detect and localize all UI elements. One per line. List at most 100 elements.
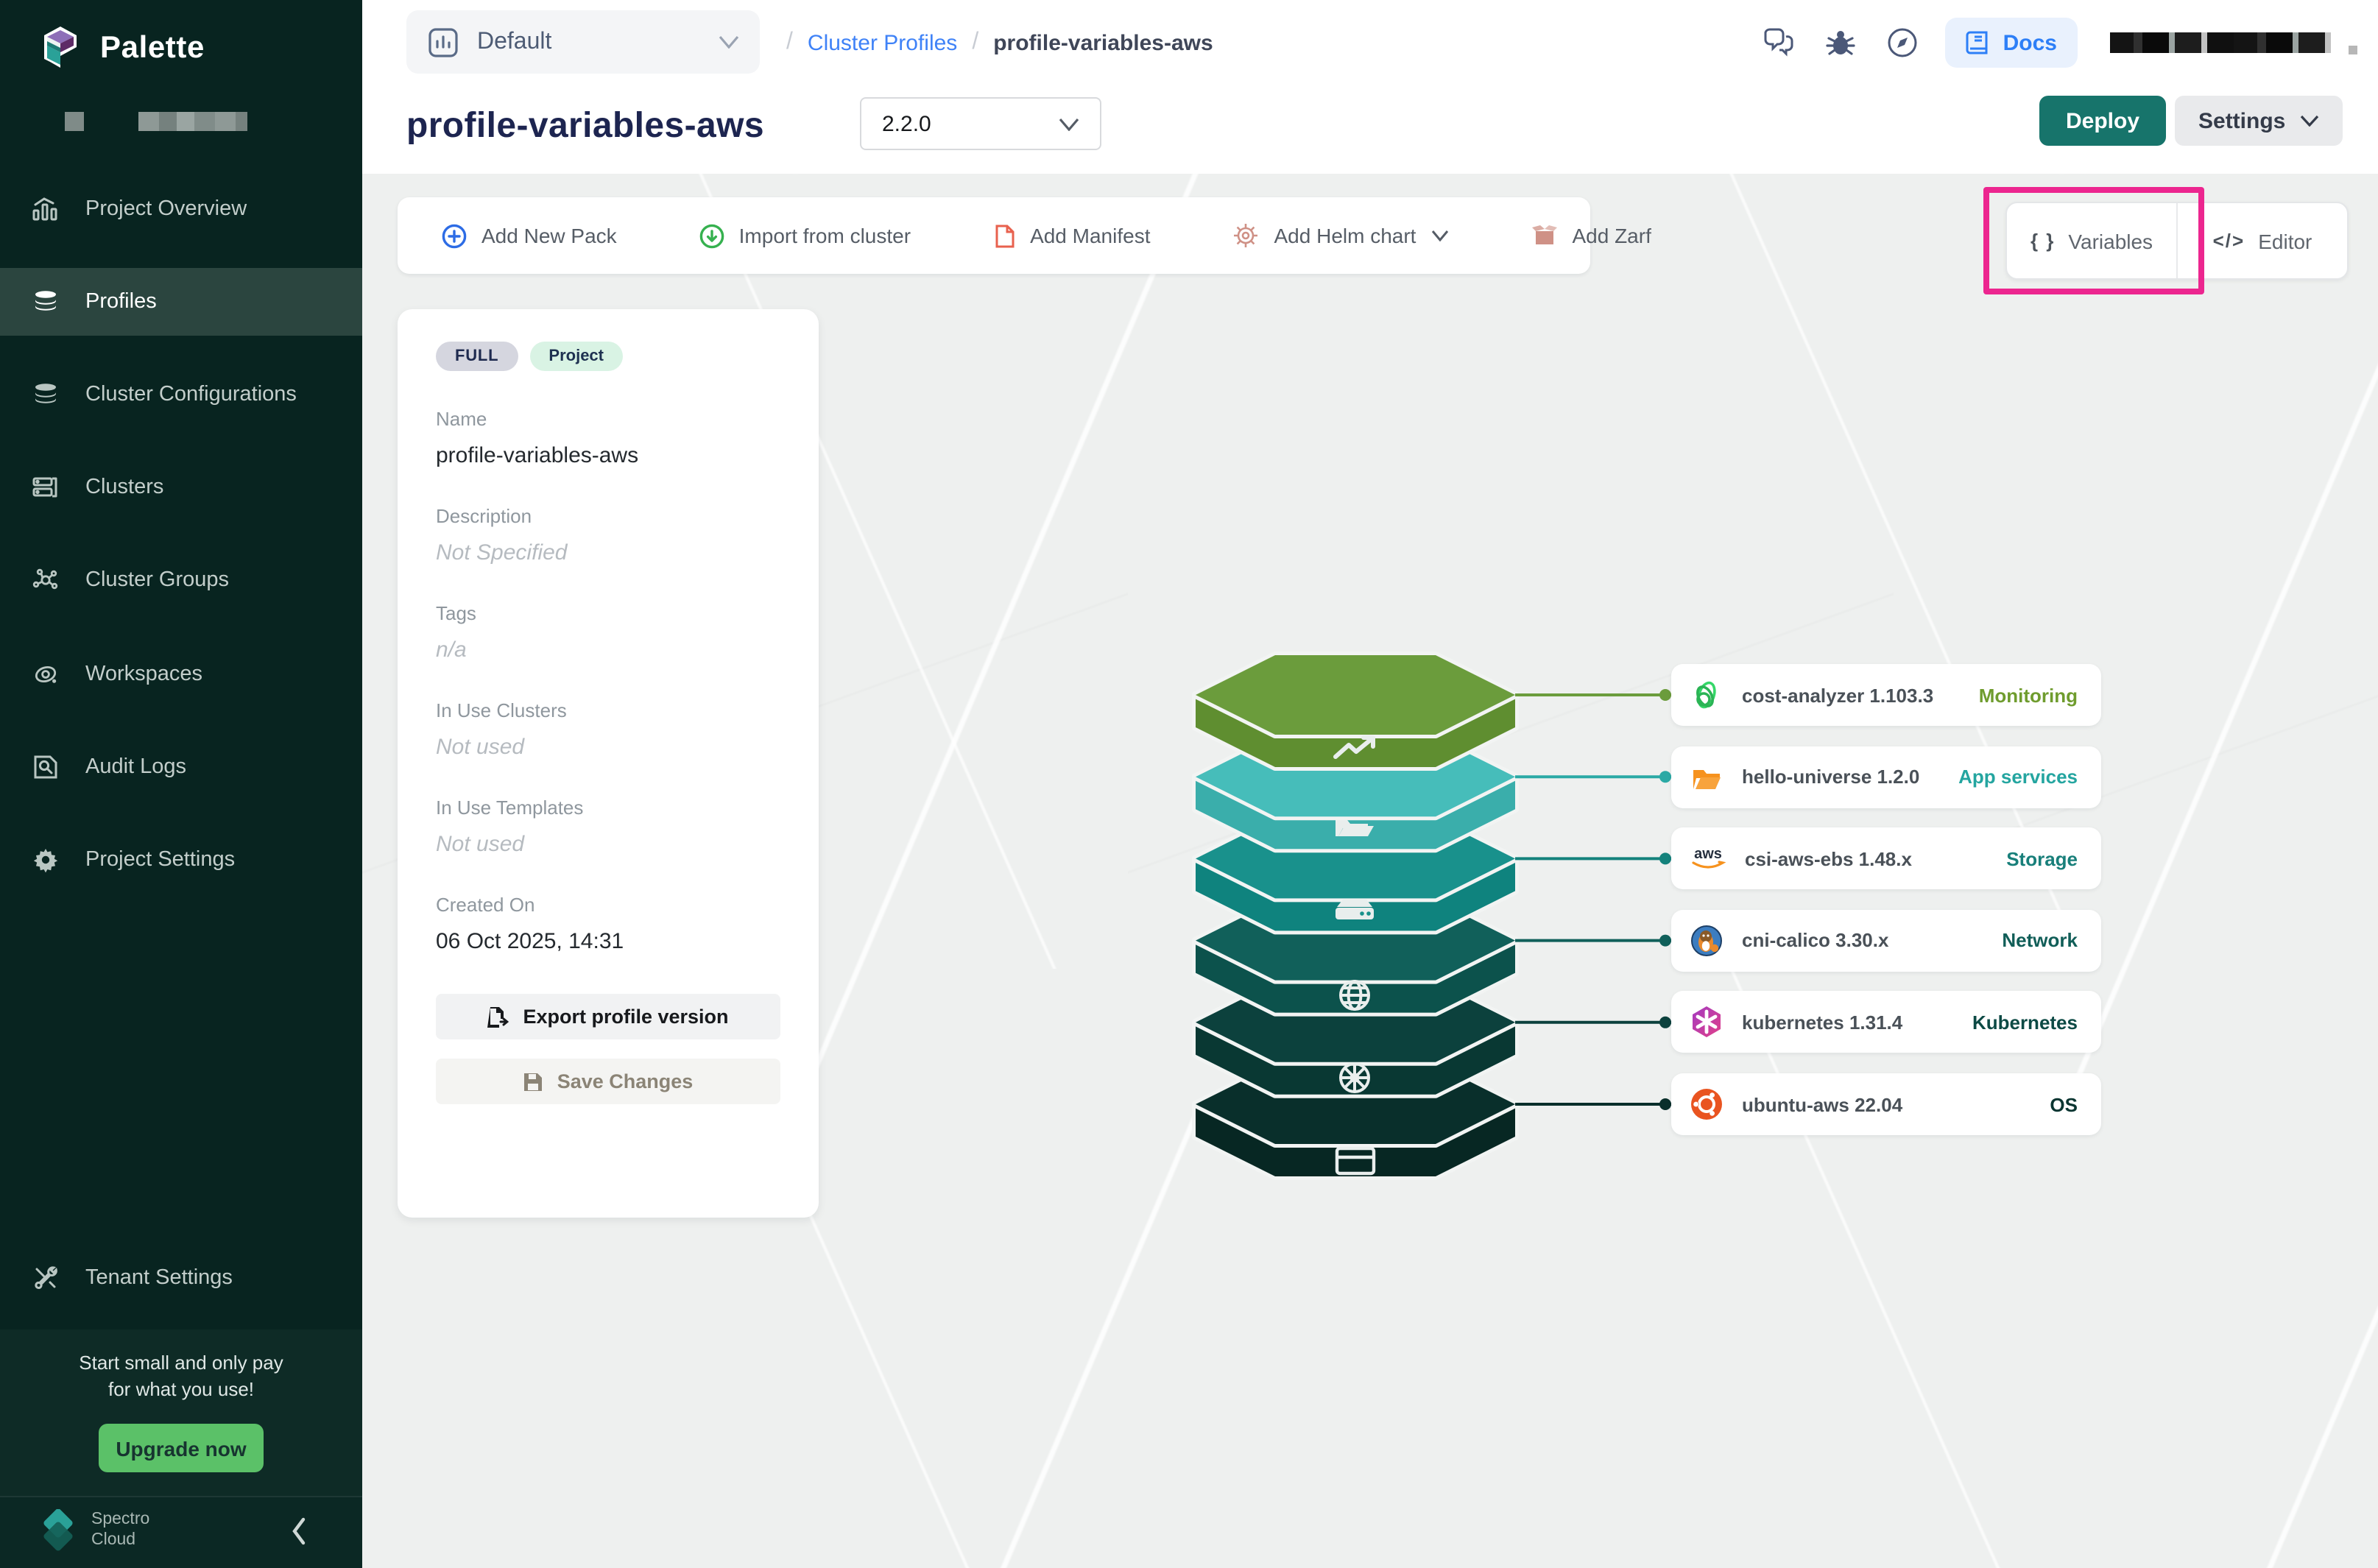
upgrade-now-button[interactable]: Upgrade now [99, 1424, 264, 1472]
feedback-chat-icon[interactable] [1749, 28, 1810, 57]
export-label: Export profile version [523, 1006, 728, 1028]
layers-icon [32, 381, 59, 408]
in-use-clusters-value: Not used [436, 735, 780, 760]
sidebar-item-label: Profiles [85, 290, 157, 314]
sidebar-item-project-settings[interactable]: Project Settings [0, 826, 362, 894]
docs-button[interactable]: Docs [1946, 18, 2078, 68]
collapse-sidebar-icon[interactable] [289, 1515, 309, 1547]
tools-icon [32, 1265, 59, 1291]
sidebar-item-profiles[interactable]: Profiles [0, 268, 362, 336]
pack-row-csi-aws-ebs[interactable]: aws csi-aws-ebs 1.48.x Storage [1671, 827, 2101, 889]
sidebar-item-tenant-settings[interactable]: Tenant Settings [0, 1244, 362, 1312]
chevron-down-icon [1430, 230, 1448, 241]
add-zarf-button[interactable]: Add Zarf [1531, 224, 1651, 247]
sidebar-item-label: Clusters [85, 476, 163, 499]
report-bug-icon[interactable] [1810, 28, 1872, 57]
explore-compass-icon[interactable] [1872, 27, 1934, 59]
brand-name: Palette [100, 31, 205, 66]
breadcrumb-current: profile-variables-aws [993, 30, 1213, 55]
kubecost-icon [1689, 677, 1724, 713]
deploy-button[interactable]: Deploy [2039, 96, 2166, 146]
title-bar: profile-variables-aws 2.2.0 Deploy Setti… [362, 85, 2378, 174]
redacted-fragment [2349, 46, 2357, 54]
sidebar-item-project-overview[interactable]: Project Overview [0, 175, 362, 243]
breadcrumb: / Cluster Profiles / profile-variables-a… [786, 0, 1213, 85]
pack-category: Monitoring [1979, 684, 2078, 706]
editor-tab[interactable]: </> Editor [2178, 203, 2347, 278]
sidebar: Palette Project Overview Profiles Cluste… [0, 0, 362, 1568]
project-scope-label: Default [477, 29, 701, 55]
calico-icon [1689, 923, 1724, 958]
variables-tab[interactable]: { } Variables [2007, 203, 2176, 278]
upgrade-text: Start small and only pay for what you us… [0, 1350, 362, 1403]
profile-type-badge: FULL [436, 342, 518, 371]
pack-row-cost-analyzer[interactable]: cost-analyzer 1.103.3 Monitoring [1671, 664, 2101, 726]
stack-connectors [1515, 689, 1671, 1110]
view-toggle: { } Variables </> Editor [2005, 202, 2349, 280]
add-new-pack-label: Add New Pack [481, 224, 617, 247]
chevron-down-icon [2300, 115, 2319, 127]
pack-category: OS [2050, 1093, 2078, 1115]
server-icon [32, 474, 59, 501]
spectro-cloud-logo-icon [35, 1509, 82, 1556]
sidebar-item-clusters[interactable]: Clusters [0, 453, 362, 521]
zarf-box-icon [1531, 224, 1557, 247]
add-new-pack-button[interactable]: Add New Pack [442, 223, 617, 248]
book-icon [1966, 29, 1991, 56]
breadcrumb-link-cluster-profiles[interactable]: Cluster Profiles [808, 30, 957, 55]
pack-row-cni-calico[interactable]: cni-calico 3.30.x Network [1671, 910, 2101, 972]
kubernetes-pack-icon [1689, 1005, 1724, 1040]
in-use-clusters-label: In Use Clusters [436, 699, 780, 721]
stack-layer-monitoring[interactable] [1196, 655, 1515, 767]
breadcrumb-separator: / [972, 29, 978, 56]
settings-button[interactable]: Settings [2175, 96, 2343, 146]
description-label: Description [436, 505, 780, 527]
code-icon: </> [2213, 230, 2245, 252]
add-manifest-button[interactable]: Add Manifest [993, 223, 1150, 248]
add-helm-chart-button[interactable]: Add Helm chart [1233, 222, 1449, 249]
export-profile-version-button[interactable]: Export profile version [436, 994, 780, 1039]
sidebar-item-cluster-groups[interactable]: Cluster Groups [0, 546, 362, 614]
network-icon [32, 567, 59, 593]
hard-drive-icon [1336, 900, 1374, 919]
settings-label: Settings [2198, 108, 2285, 133]
add-zarf-label: Add Zarf [1572, 224, 1651, 247]
upgrade-panel: Start small and only pay for what you us… [0, 1329, 362, 1496]
add-manifest-label: Add Manifest [1030, 224, 1150, 247]
gear-icon [32, 847, 59, 873]
pack-category: Storage [2006, 847, 2078, 869]
sidebar-item-cluster-configurations[interactable]: Cluster Configurations [0, 361, 362, 428]
redacted-username [2110, 32, 2331, 53]
pack-row-ubuntu-aws[interactable]: ubuntu-aws 22.04 OS [1671, 1073, 2101, 1135]
plus-circle-icon [442, 223, 467, 248]
pack-row-kubernetes[interactable]: kubernetes 1.31.4 Kubernetes [1671, 992, 2101, 1053]
redacted-block [65, 112, 84, 131]
profile-info-card: FULL Project Name profile-variables-aws … [398, 309, 819, 1218]
add-helm-chart-label: Add Helm chart [1274, 224, 1416, 247]
save-changes-button[interactable]: Save Changes [436, 1059, 780, 1104]
chevron-down-icon [1059, 117, 1079, 130]
sidebar-item-audit-logs[interactable]: Audit Logs [0, 733, 362, 801]
created-on-value: 06 Oct 2025, 14:31 [436, 929, 780, 954]
in-use-templates-value: Not used [436, 832, 780, 857]
ubuntu-icon [1689, 1087, 1724, 1122]
project-scope-selector[interactable]: Default [406, 10, 760, 74]
created-on-label: Created On [436, 894, 780, 916]
pack-row-hello-universe[interactable]: hello-universe 1.2.0 App services [1671, 746, 2101, 808]
sidebar-item-workspaces[interactable]: Workspaces [0, 640, 362, 708]
profile-scope-badge: Project [529, 342, 623, 371]
import-from-cluster-button[interactable]: Import from cluster [699, 223, 911, 248]
import-circle-icon [699, 223, 724, 248]
name-label: Name [436, 408, 780, 430]
profile-canvas: Add New Pack Import from cluster Add Man… [362, 174, 2378, 1568]
sidebar-item-label: Project Settings [85, 848, 235, 872]
version-select[interactable]: 2.2.0 [860, 97, 1101, 150]
version-value: 2.2.0 [882, 111, 1059, 136]
pack-category: Kubernetes [1972, 1011, 2078, 1034]
sidebar-item-label: Tenant Settings [85, 1266, 233, 1290]
pack-name: hello-universe 1.2.0 [1742, 766, 1941, 788]
main-area: Default / Cluster Profiles / profile-var… [362, 0, 2378, 1568]
audit-search-icon [32, 754, 59, 780]
brand: Palette [35, 24, 205, 74]
manifest-file-icon [993, 223, 1015, 248]
